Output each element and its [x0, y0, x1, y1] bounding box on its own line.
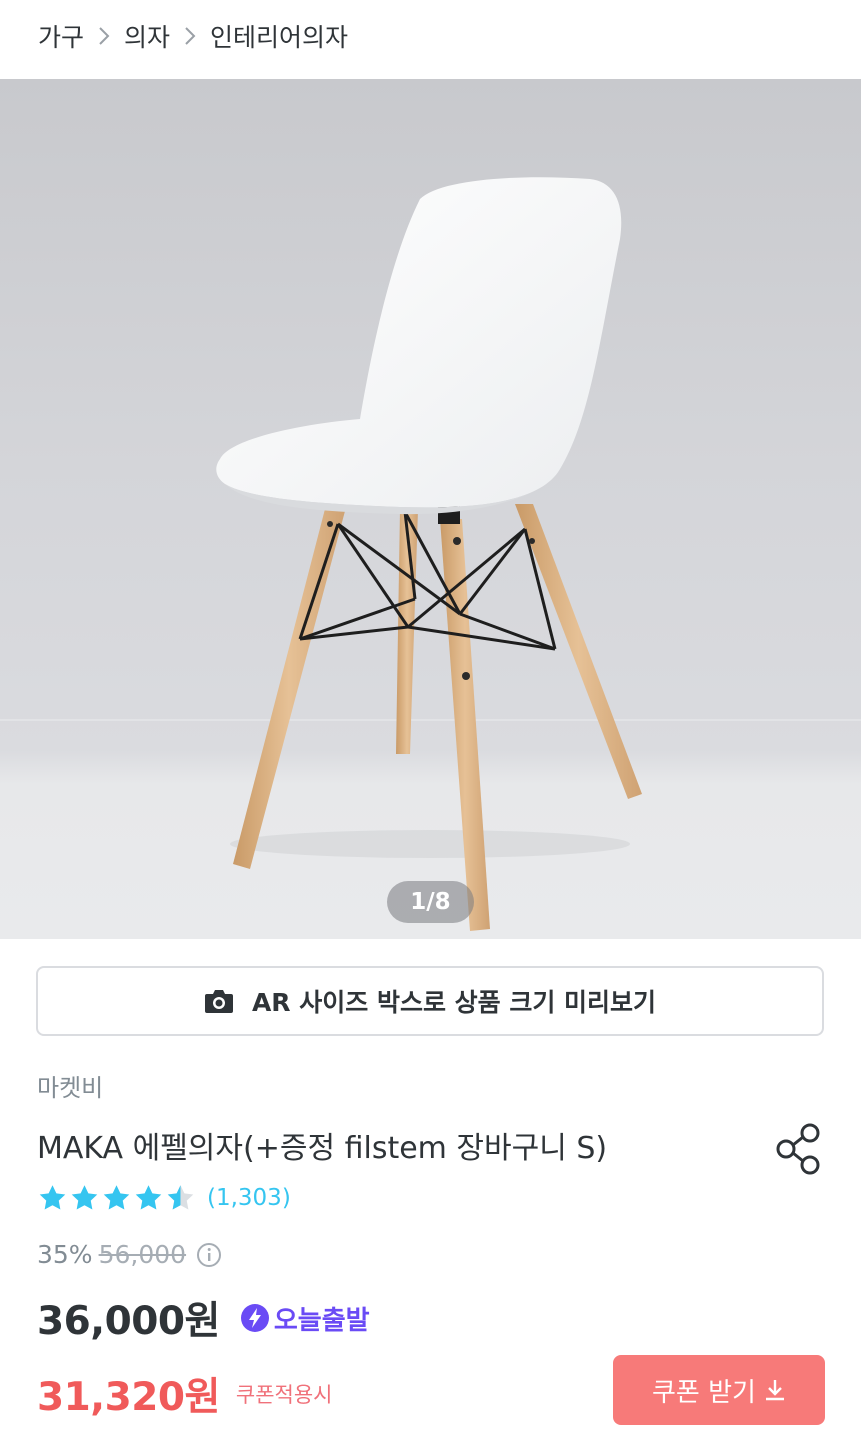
rating[interactable]: (1,303) — [37, 1183, 291, 1213]
discount-rate: 35% — [37, 1240, 93, 1269]
original-price: 56,000 — [98, 1240, 187, 1269]
coupon-button-label: 쿠폰 받기 — [652, 1377, 756, 1408]
coupon-price: 31,320원 — [37, 1375, 220, 1420]
star-icon — [39, 1185, 66, 1210]
star-icon — [103, 1185, 130, 1210]
lightning-icon — [240, 1303, 270, 1333]
chevron-right-icon — [98, 26, 110, 46]
breadcrumb-item-furniture[interactable]: 가구 — [38, 18, 84, 54]
half-star-icon — [167, 1185, 194, 1210]
camera-icon — [204, 988, 234, 1014]
ar-preview-button[interactable]: AR 사이즈 박스로 상품 크기 미리보기 — [36, 966, 824, 1036]
ar-preview-label: AR 사이즈 박스로 상품 크기 미리보기 — [251, 988, 657, 1017]
today-delivery-label: 오늘출발 — [273, 1305, 370, 1336]
price-row: 36,000원 오늘출발 — [37, 1290, 370, 1346]
image-counter: 1/8 — [387, 881, 474, 923]
today-delivery-badge: 오늘출발 — [240, 1300, 370, 1337]
star-icon — [71, 1185, 98, 1210]
breadcrumb-item-interior-chair[interactable]: 인테리어의자 — [210, 18, 348, 54]
rating-stars — [37, 1183, 197, 1213]
chevron-right-icon — [184, 26, 196, 46]
info-icon[interactable] — [196, 1242, 222, 1268]
product-image-chair — [216, 177, 642, 931]
review-count[interactable]: (1,303) — [207, 1185, 291, 1211]
coupon-note: 쿠폰적용시 — [235, 1383, 333, 1407]
download-icon — [764, 1378, 786, 1402]
product-title: MAKA 에펠의자(+증정 filstem 장바구니 S) — [37, 1131, 608, 1166]
breadcrumb-item-chair[interactable]: 의자 — [124, 18, 170, 54]
share-icon[interactable] — [772, 1120, 826, 1176]
sale-price: 36,000원 — [37, 1299, 220, 1344]
coupon-price-row: 31,320원 쿠폰적용시 — [37, 1366, 333, 1422]
product-image-gallery[interactable]: 1/8 — [0, 79, 861, 939]
breadcrumb: 가구 의자 인테리어의자 — [38, 18, 348, 54]
brand-name[interactable]: 마켓비 — [37, 1068, 103, 1103]
coupon-download-button[interactable]: 쿠폰 받기 — [613, 1355, 825, 1425]
star-icon — [135, 1185, 162, 1210]
discount-row: 35% 56,000 — [37, 1240, 222, 1269]
